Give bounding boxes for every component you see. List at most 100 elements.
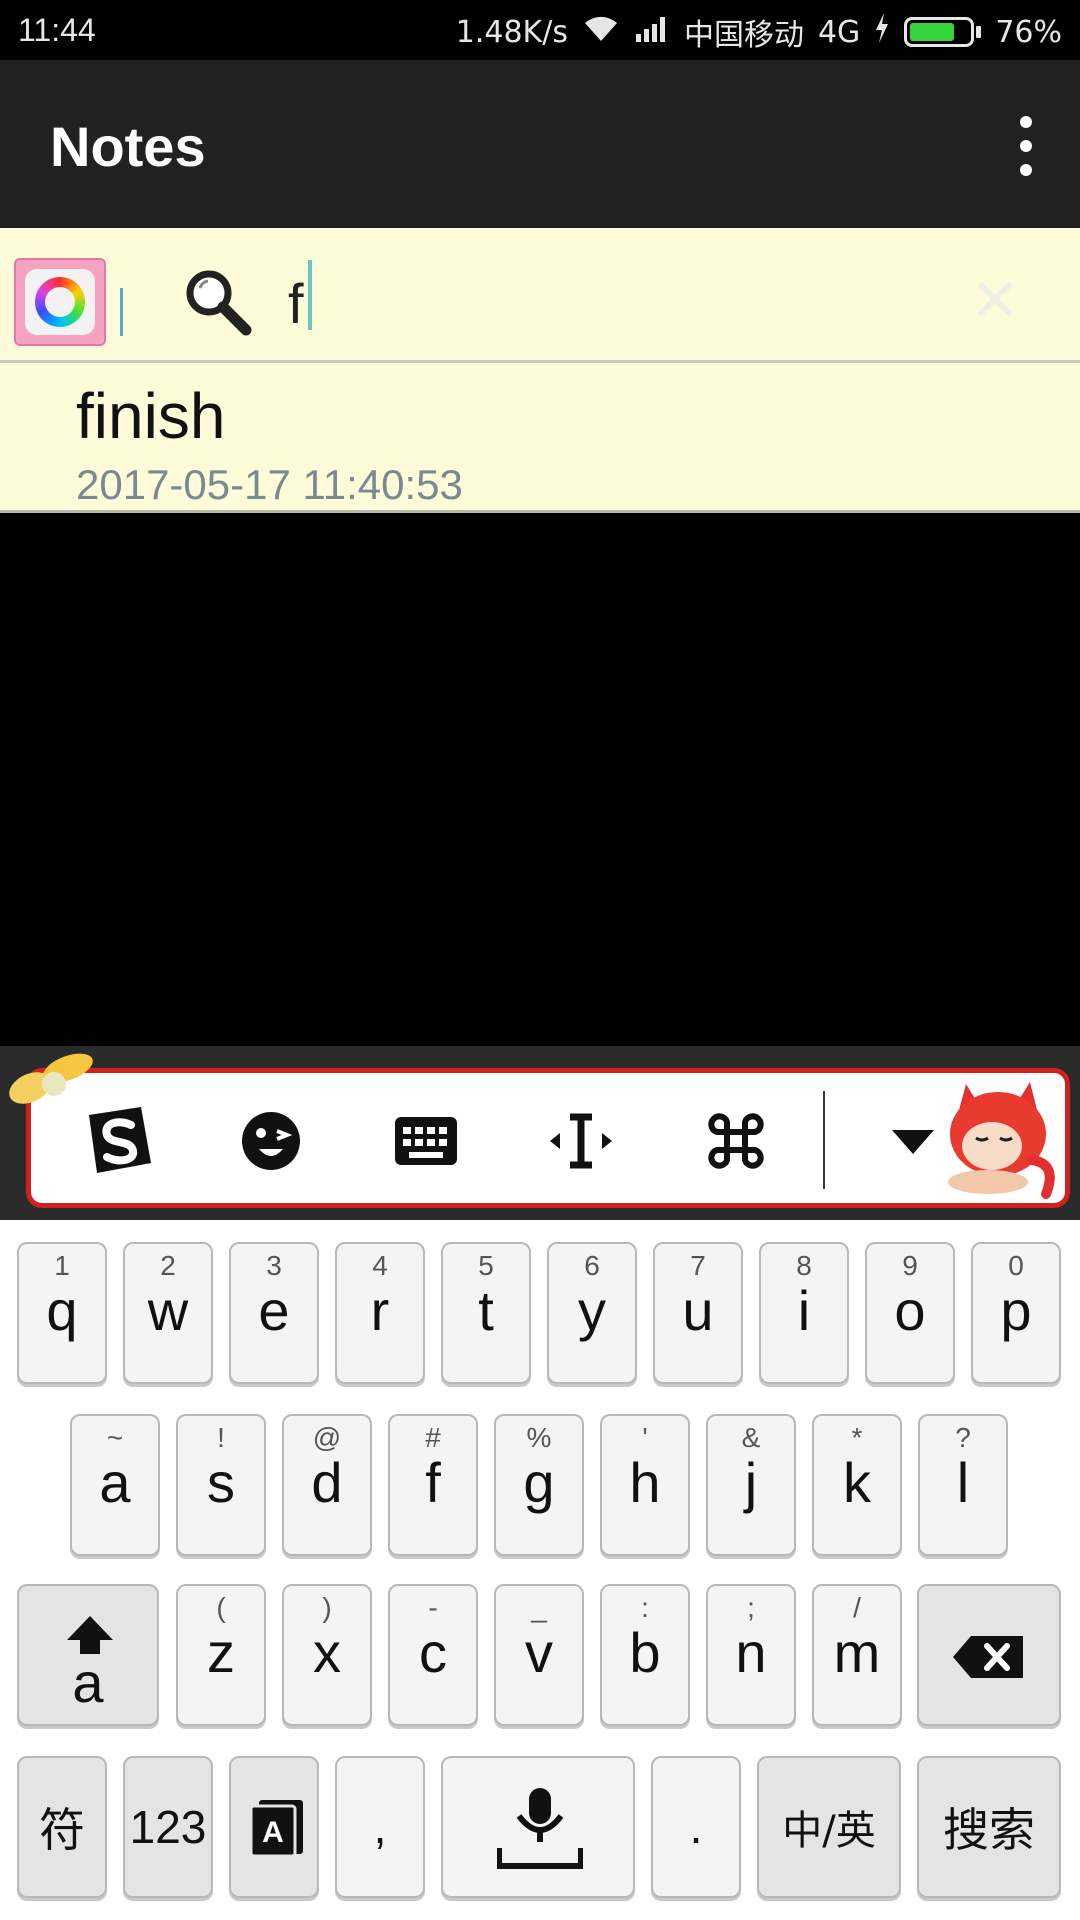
key-label: o xyxy=(894,1279,926,1342)
key-label: x xyxy=(313,1621,341,1684)
symbols-key-label: 符 xyxy=(39,1803,85,1857)
network-type: 4G xyxy=(817,14,861,50)
shift-key-label: a xyxy=(72,1651,104,1714)
key-g[interactable]: % g xyxy=(494,1414,584,1556)
text-cursor xyxy=(308,260,312,330)
cursor-move-icon[interactable] xyxy=(541,1101,621,1181)
key-y[interactable]: 6y xyxy=(547,1242,637,1384)
key-label: u xyxy=(682,1279,714,1342)
key-f[interactable]: # f xyxy=(388,1414,478,1556)
key-w[interactable]: 2w xyxy=(123,1242,213,1384)
net-speed: 1.48K/s xyxy=(455,14,568,50)
key-n[interactable]: ; n xyxy=(706,1584,796,1726)
wifi-icon xyxy=(582,13,620,51)
key-o[interactable]: 9o xyxy=(865,1242,955,1384)
mascot-fox-icon xyxy=(928,1064,1068,1209)
key-j[interactable]: & j xyxy=(706,1414,796,1556)
key-i[interactable]: 8i xyxy=(759,1242,849,1384)
key-label: d xyxy=(311,1451,343,1514)
ime-toolbar xyxy=(0,1046,1080,1220)
keyboard: 1q2w3e4r5t6y7u8i9o0p ~ a! s @ d # f% g ' h & j * k? l … xyxy=(0,1220,1080,1920)
key-label: v xyxy=(525,1621,553,1684)
battery-percent: 76% xyxy=(995,14,1062,50)
keyboard-icon[interactable] xyxy=(386,1101,466,1181)
key-p[interactable]: 0p xyxy=(971,1242,1061,1384)
key-label: k xyxy=(843,1451,871,1514)
decoration-leaf-icon xyxy=(4,1046,114,1121)
language-toggle-key[interactable]: 中/英 xyxy=(757,1756,901,1898)
numbers-key[interactable]: 123 xyxy=(123,1756,213,1898)
key-m[interactable]: / m xyxy=(812,1584,902,1726)
language-toggle-label: 中/英 xyxy=(782,1808,876,1854)
comma-key-label: , xyxy=(373,1801,387,1853)
ime-toolbar-panel xyxy=(26,1068,1070,1208)
key-label: y xyxy=(578,1279,606,1342)
key-label: n xyxy=(735,1621,767,1684)
status-bar: 11:44 1.48K/s 中国移动 4G 76% xyxy=(0,0,1080,60)
key-label: s xyxy=(207,1451,235,1514)
key-h[interactable]: ' h xyxy=(600,1414,690,1556)
key-label: c xyxy=(419,1621,447,1684)
search-key-label: 搜索 xyxy=(943,1803,1035,1857)
command-icon[interactable] xyxy=(696,1101,776,1181)
key-l[interactable]: ? l xyxy=(918,1414,1008,1556)
search-key[interactable]: 搜索 xyxy=(917,1756,1061,1898)
emoji-icon[interactable] xyxy=(231,1101,311,1181)
text-select-key[interactable]: A xyxy=(229,1756,319,1898)
key-u[interactable]: 7u xyxy=(653,1242,743,1384)
note-title: finish xyxy=(76,380,226,452)
svg-text:A: A xyxy=(262,1816,284,1849)
signal-icon xyxy=(634,14,670,50)
app-bar: Notes xyxy=(0,60,1080,228)
search-input[interactable] xyxy=(288,268,928,338)
key-label: t xyxy=(478,1279,494,1342)
key-t[interactable]: 5t xyxy=(441,1242,531,1384)
overflow-menu-icon[interactable] xyxy=(1006,116,1046,176)
list-item[interactable]: finish 2017-05-17 11:40:53 xyxy=(0,363,1080,513)
divider xyxy=(120,288,123,336)
key-s[interactable]: ! s xyxy=(176,1414,266,1556)
space-voice-key[interactable] xyxy=(441,1756,635,1898)
carrier-label: 中国移动 xyxy=(683,18,804,53)
key-label: j xyxy=(744,1451,758,1514)
note-date: 2017-05-17 11:40:53 xyxy=(76,461,463,508)
key-label: r xyxy=(370,1279,390,1342)
key-label: f xyxy=(425,1451,441,1514)
magnifier-icon xyxy=(182,266,254,343)
key-c[interactable]: -c xyxy=(388,1584,478,1726)
period-key[interactable]: . xyxy=(651,1756,741,1898)
key-label: w xyxy=(147,1279,189,1342)
key-r[interactable]: 4r xyxy=(335,1242,425,1384)
battery-icon xyxy=(904,17,982,47)
status-time: 11:44 xyxy=(18,12,96,48)
key-z[interactable]: (z xyxy=(176,1584,266,1726)
key-label: a xyxy=(99,1451,131,1514)
key-v[interactable]: _ v xyxy=(494,1584,584,1726)
key-k[interactable]: * k xyxy=(812,1414,902,1556)
key-label: q xyxy=(46,1279,78,1342)
clear-icon[interactable]: ✕ xyxy=(970,266,1020,336)
key-label: e xyxy=(258,1279,290,1342)
key-e[interactable]: 3e xyxy=(229,1242,319,1384)
numbers-key-label: 123 xyxy=(129,1801,207,1853)
key-x[interactable]: ) x xyxy=(282,1584,372,1726)
key-d[interactable]: @ d xyxy=(282,1414,372,1556)
key-label: i xyxy=(797,1279,811,1342)
color-palette-icon[interactable] xyxy=(14,258,106,346)
shift-key[interactable]: a xyxy=(17,1584,159,1726)
search-bar: ✕ xyxy=(0,228,1080,363)
key-label: g xyxy=(523,1451,555,1514)
key-label: m xyxy=(833,1621,881,1684)
key-q[interactable]: 1q xyxy=(17,1242,107,1384)
key-b[interactable]: :b xyxy=(600,1584,690,1726)
symbols-key[interactable]: 符 xyxy=(17,1756,107,1898)
backspace-key[interactable] xyxy=(917,1584,1061,1726)
key-label: p xyxy=(1000,1279,1032,1342)
page-title: Notes xyxy=(50,115,206,178)
key-a[interactable]: ~ a xyxy=(70,1414,160,1556)
key-label: b xyxy=(629,1621,661,1684)
toolbar-divider xyxy=(823,1091,825,1189)
comma-key[interactable]: , xyxy=(335,1756,425,1898)
charging-icon xyxy=(874,13,890,51)
key-label: l xyxy=(956,1451,970,1514)
